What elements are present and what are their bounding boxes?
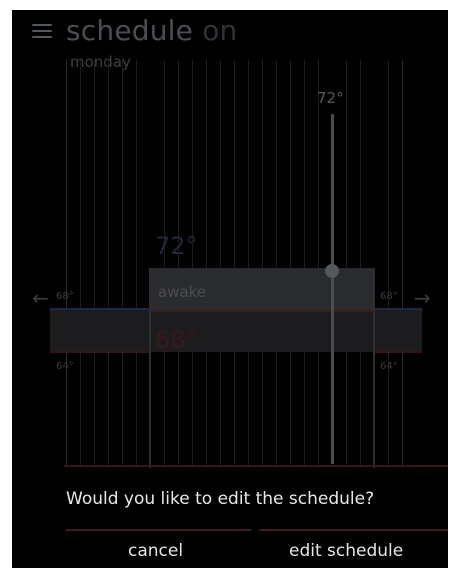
cancel-button[interactable]: cancel — [128, 541, 183, 561]
right-heat-label: 68° — [380, 291, 398, 302]
arrow-left-icon[interactable]: ← — [32, 286, 49, 310]
left-heat-label: 68° — [56, 291, 74, 302]
heat-line-left — [50, 308, 150, 310]
period-cool-line — [149, 310, 375, 312]
cool-line-right — [374, 351, 422, 353]
left-cool-label: 64° — [56, 361, 74, 372]
menu-icon[interactable] — [32, 24, 52, 38]
heat-setpoint[interactable]: 72° — [155, 232, 198, 260]
title-text: schedule — [66, 14, 194, 47]
period-label: awake — [158, 283, 207, 301]
page-title: schedule on — [66, 14, 237, 47]
period-start-handle[interactable] — [149, 268, 151, 468]
current-time-indicator — [331, 114, 334, 464]
current-time-knob[interactable] — [325, 264, 339, 278]
cool-line-left — [50, 351, 150, 353]
cancel-divider — [66, 529, 251, 531]
right-cool-label: 64° — [380, 361, 398, 372]
current-temp-label: 72° — [317, 89, 344, 107]
timeline-baseline — [64, 465, 448, 467]
schedule-state: on — [202, 14, 238, 47]
period-end-handle[interactable] — [373, 268, 375, 468]
cool-setpoint[interactable]: 68° — [155, 326, 198, 354]
thermostat-screen: schedule on monday awake 72° 68° 68° 64°… — [12, 10, 448, 568]
edit-prompt: Would you like to edit the schedule? — [66, 489, 375, 509]
setpoint-band — [50, 308, 422, 352]
arrow-right-icon[interactable]: → — [414, 286, 431, 310]
edit-divider — [259, 529, 448, 531]
edit-schedule-button[interactable]: edit schedule — [289, 541, 403, 561]
